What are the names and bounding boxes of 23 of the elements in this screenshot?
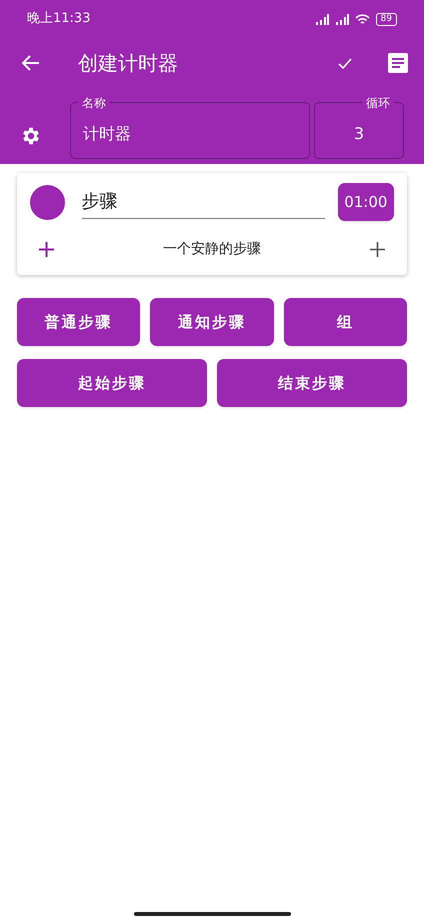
step-sound-label[interactable]: 一个安静的步骤	[163, 238, 261, 260]
step-type-button[interactable]: 通知步骤	[150, 298, 274, 346]
page-title: 创建计时器	[78, 50, 179, 77]
field-value: 3	[354, 122, 364, 144]
step-type-button[interactable]: 结束步骤	[217, 359, 407, 407]
notes-icon[interactable]	[388, 53, 408, 73]
field-label: 循环	[362, 96, 394, 110]
battery-level: 89	[376, 12, 397, 26]
status-time: 晚上11:33	[27, 10, 90, 28]
duration-button[interactable]: 01:00	[338, 183, 394, 221]
step-type-button[interactable]: 组	[284, 298, 407, 346]
field-value: 计时器	[83, 122, 131, 144]
back-arrow-icon	[22, 55, 40, 71]
step-type-button[interactable]: 起始步骤	[17, 359, 207, 407]
wifi-icon	[354, 14, 370, 24]
step-name-field[interactable]: 步骤	[82, 188, 118, 215]
field-label: 名称	[78, 96, 110, 110]
signal-icon	[314, 14, 329, 24]
check-icon[interactable]	[338, 58, 352, 68]
signal-icon	[334, 14, 349, 24]
plus-icon[interactable]	[39, 242, 54, 256]
step-type-button[interactable]: 普通步骤	[17, 298, 140, 346]
plus-icon[interactable]	[370, 242, 385, 256]
